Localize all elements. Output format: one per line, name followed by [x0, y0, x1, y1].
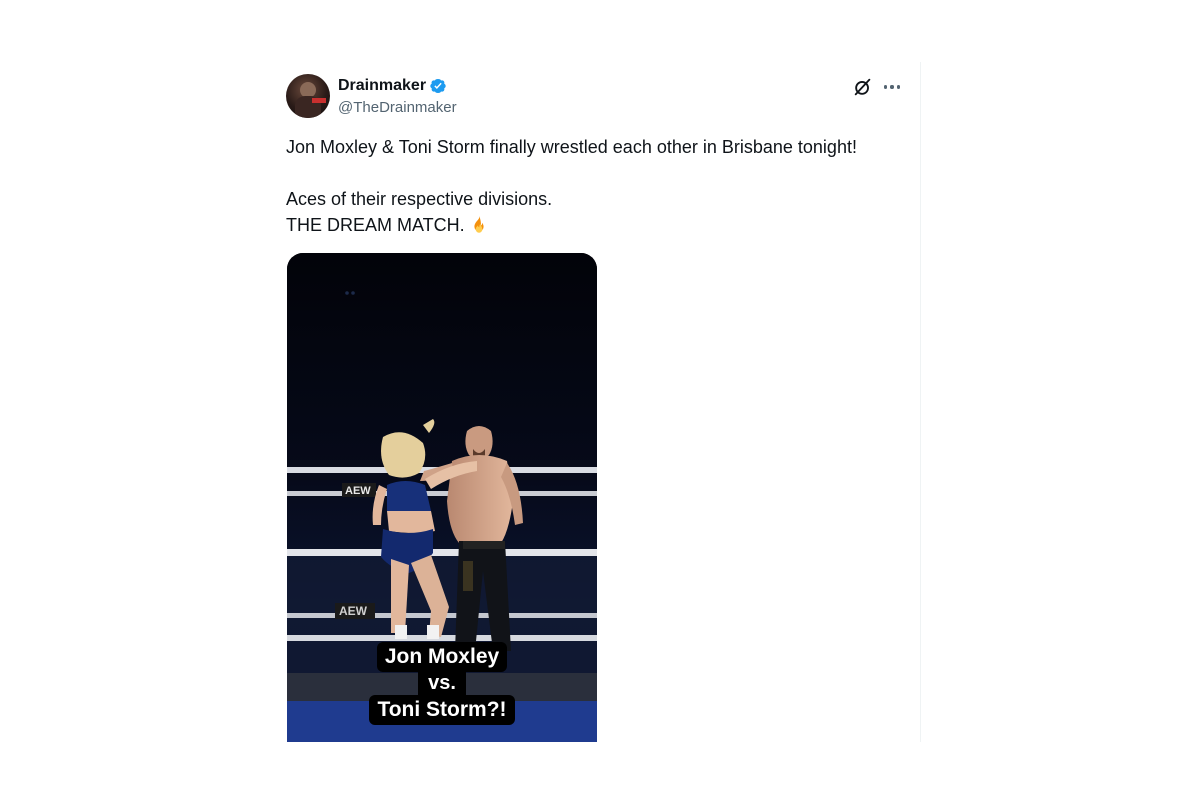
- display-name-row: Drainmaker: [338, 76, 457, 96]
- video-caption: Jon Moxley vs. Toni Storm?!: [287, 641, 597, 725]
- ring-sign: AEW: [345, 485, 371, 497]
- more-options-icon[interactable]: [880, 76, 904, 98]
- ring-sign-lower: AEW: [339, 604, 368, 618]
- tweet-card[interactable]: Drainmaker @TheDrainmaker Jon Moxley & T…: [270, 62, 921, 742]
- video-player[interactable]: AEW AEW Jon Moxley vs. Toni Storm?!: [287, 253, 597, 742]
- tweet-text-line-3: THE DREAM MATCH.: [286, 212, 906, 238]
- verified-badge-icon[interactable]: [429, 77, 447, 95]
- avatar[interactable]: [286, 74, 330, 118]
- author-block: Drainmaker @TheDrainmaker: [338, 76, 457, 118]
- caption-line-3: Toni Storm?!: [369, 695, 515, 725]
- tweet-text-line-3-text: THE DREAM MATCH.: [286, 215, 465, 235]
- tweet-text: Jon Moxley & Toni Storm finally wrestled…: [286, 134, 906, 238]
- fire-icon: [468, 213, 490, 235]
- grok-icon[interactable]: [852, 76, 874, 98]
- tweet-text-line-2: Aces of their respective divisions.: [286, 189, 553, 209]
- user-handle[interactable]: @TheDrainmaker: [338, 98, 457, 118]
- display-name[interactable]: Drainmaker: [338, 76, 426, 96]
- caption-line-2: vs.: [418, 670, 466, 696]
- caption-line-1: Jon Moxley: [376, 642, 508, 672]
- tweet-text-line-1: Jon Moxley & Toni Storm finally wrestled…: [286, 137, 857, 157]
